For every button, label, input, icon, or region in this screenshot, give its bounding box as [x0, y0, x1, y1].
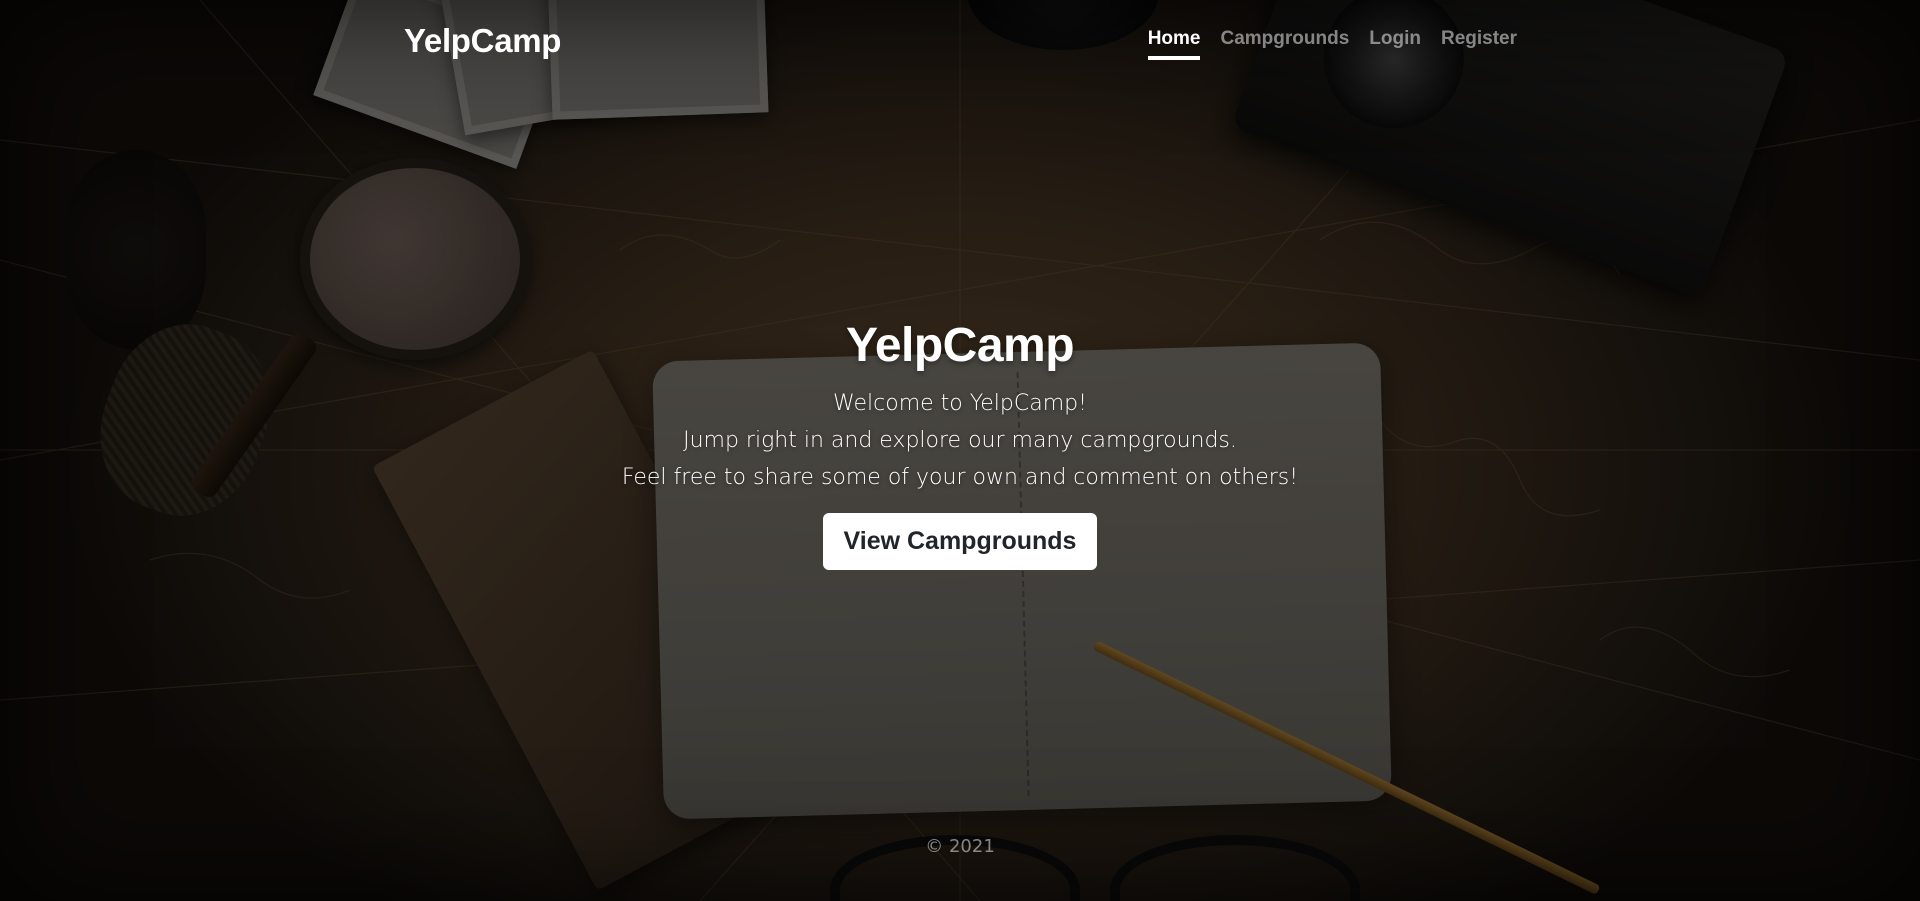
nav-links: Home Campgrounds Login Register: [1147, 28, 1517, 60]
footer: © 2021: [0, 836, 1920, 857]
nav-link-home[interactable]: Home: [1147, 28, 1201, 60]
nav-link-campgrounds[interactable]: Campgrounds: [1220, 28, 1349, 60]
hero-title: YelpCamp: [845, 319, 1075, 372]
view-campgrounds-button[interactable]: View Campgrounds: [822, 513, 1098, 570]
hero-lead: Welcome to YelpCamp! Jump right in and e…: [0, 385, 1920, 496]
nav-link-register[interactable]: Register: [1441, 28, 1517, 60]
hero-section: YelpCamp Welcome to YelpCamp! Jump right…: [0, 318, 1920, 570]
navbar: YelpCamp Home Campgrounds Login Register: [0, 0, 1920, 80]
hero-line-explore: Jump right in and explore our many campg…: [683, 428, 1237, 453]
nav-link-login[interactable]: Login: [1369, 28, 1421, 60]
copyright-text: © 2021: [925, 836, 995, 857]
brand-logo[interactable]: YelpCamp: [404, 22, 561, 60]
hero-line-welcome: Welcome to YelpCamp!: [833, 391, 1087, 416]
hero-line-share: Feel free to share some of your own and …: [621, 465, 1299, 490]
